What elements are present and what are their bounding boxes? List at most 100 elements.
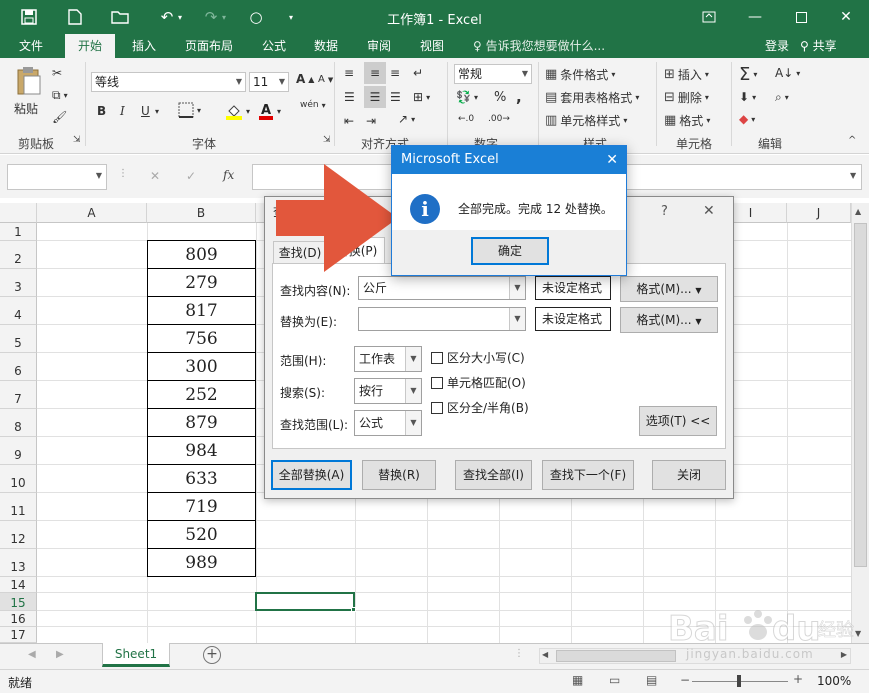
next-sheet-icon[interactable]: ▶ (56, 649, 64, 660)
delete-cells-button[interactable]: ⊟ 删除 ▾ (664, 89, 709, 106)
row-header-17[interactable]: 17 (0, 627, 37, 643)
format-painter-icon[interactable]: 🖌 (52, 110, 67, 124)
font-name-box[interactable]: 等线 ▼ (91, 72, 246, 92)
row-header-13[interactable]: 13 (0, 549, 37, 577)
increase-decimal-icon[interactable]: ←.0 (458, 114, 474, 124)
cell-b12[interactable]: 520 (147, 521, 256, 549)
close-icon[interactable]: ✕ (823, 0, 869, 34)
zoom-level[interactable]: 100% (817, 674, 851, 688)
cell-b9[interactable]: 984 (147, 437, 256, 465)
align-right-icon[interactable]: ☰ (390, 90, 401, 104)
zoom-in-icon[interactable]: + (793, 672, 803, 686)
fill-handle[interactable] (351, 607, 356, 612)
format-cells-button[interactable]: ▦ 格式 ▾ (664, 112, 710, 129)
find-what-input[interactable]: 公斤 ▼ (358, 276, 526, 300)
row-header-11[interactable]: 11 (0, 493, 37, 521)
cell-b6[interactable]: 300 (147, 353, 256, 381)
paste-label[interactable]: 粘贴 (14, 100, 38, 117)
share-button[interactable]: ⚲ 共享 (800, 34, 837, 58)
tab-insert[interactable]: 插入 (122, 34, 166, 58)
zoom-out-icon[interactable]: − (680, 673, 690, 687)
tab-review[interactable]: 审阅 (357, 34, 401, 58)
column-header-j[interactable]: J (787, 203, 851, 223)
font-color-icon[interactable]: A ▾ (258, 102, 281, 120)
look-in-select[interactable]: 公式 ▼ (354, 410, 422, 436)
cell-styles-button[interactable]: ▥ 单元格样式 ▾ (545, 112, 627, 129)
horizontal-scroll-thumb[interactable] (556, 650, 676, 662)
prev-sheet-icon[interactable]: ◀ (28, 649, 36, 660)
merge-center-icon[interactable]: ⊞ ▾ (413, 90, 430, 104)
cell-b7[interactable]: 252 (147, 381, 256, 409)
insert-function-button[interactable]: fx (223, 168, 234, 182)
tell-me-box[interactable]: ♀ 告诉我您想要做什么... (473, 34, 605, 58)
replace-with-input[interactable]: ▼ (358, 307, 526, 331)
orientation-icon[interactable]: ↗ ▾ (398, 112, 415, 126)
sort-filter-icon[interactable]: A↓ ▾ (775, 66, 800, 80)
row-header-16[interactable]: 16 (0, 611, 37, 627)
tab-file[interactable]: 文件 (8, 34, 54, 58)
cell-b10[interactable]: 633 (147, 465, 256, 493)
scroll-thumb[interactable] (854, 223, 867, 567)
currency-icon[interactable]: 💱 ▾ (456, 90, 478, 104)
tab-view[interactable]: 视图 (410, 34, 454, 58)
align-middle-icon[interactable]: ≡ (364, 62, 386, 84)
tab-home[interactable]: 开始 (65, 34, 115, 58)
shrink-font-icon[interactable]: A ▼ (318, 74, 333, 85)
cell-b2[interactable]: 809 (147, 240, 256, 269)
row-header-8[interactable]: 8 (0, 409, 37, 437)
match-cell-checkbox[interactable]: 单元格匹配(O) (431, 374, 526, 391)
cell-b4[interactable]: 817 (147, 297, 256, 325)
number-format-box[interactable]: 常规 ▼ (454, 64, 532, 84)
phonetic-icon[interactable]: wén ▾ (300, 100, 326, 110)
help-button[interactable]: ? (661, 204, 668, 219)
add-sheet-icon[interactable]: + (203, 646, 221, 664)
row-header-12[interactable]: 12 (0, 521, 37, 549)
align-left-icon[interactable]: ☰ (344, 90, 355, 104)
match-width-checkbox[interactable]: 区分全/半角(B) (431, 399, 529, 416)
grow-font-icon[interactable]: A ▲ (296, 72, 314, 86)
scroll-left-icon[interactable]: ◀ (542, 650, 548, 659)
tab-formulas[interactable]: 公式 (252, 34, 296, 58)
sheet-splitter-icon[interactable]: ⋮ (514, 648, 524, 659)
zoom-slider-thumb[interactable] (737, 675, 741, 687)
align-top-icon[interactable]: ≡ (344, 66, 354, 80)
within-select[interactable]: 工作表 ▼ (354, 346, 422, 372)
replace-all-button[interactable]: 全部替换(A) (271, 460, 352, 490)
vertical-scrollbar[interactable]: ▲ ▼ (851, 203, 869, 643)
replace-format-button[interactable]: 格式(M)... ▼ (620, 307, 718, 333)
clipboard-launcher-icon[interactable]: ⇲ (73, 135, 81, 145)
decrease-decimal-icon[interactable]: .00→ (488, 114, 510, 124)
options-button[interactable]: 选项(T) << (639, 406, 717, 436)
active-cell-c15[interactable] (255, 592, 355, 611)
row-header-2[interactable]: 2 (0, 241, 37, 269)
row-header-5[interactable]: 5 (0, 325, 37, 353)
collapse-ribbon-icon[interactable]: ^ (848, 135, 856, 146)
borders-icon[interactable]: ▾ (178, 102, 201, 118)
name-box[interactable]: ▼ (7, 164, 107, 190)
ribbon-display-icon[interactable] (686, 0, 732, 34)
row-header-4[interactable]: 4 (0, 297, 37, 325)
chevron-down-icon[interactable]: ▼ (509, 277, 525, 299)
normal-view-icon[interactable]: ▦ (572, 673, 583, 687)
percent-button[interactable]: % (494, 90, 506, 105)
row-header-7[interactable]: 7 (0, 381, 37, 409)
row-header-3[interactable]: 3 (0, 269, 37, 297)
match-case-checkbox[interactable]: 区分大小写(C) (431, 349, 525, 366)
cell-b8[interactable]: 879 (147, 409, 256, 437)
cut-icon[interactable]: ✂ (52, 66, 62, 80)
font-size-box[interactable]: 11 ▼ (249, 72, 289, 92)
bold-button[interactable]: B (97, 104, 106, 118)
column-header-a[interactable]: A (37, 203, 147, 223)
conditional-format-button[interactable]: ▦ 条件格式 ▾ (545, 66, 615, 83)
tab-page-layout[interactable]: 页面布局 (176, 34, 242, 58)
find-format-button[interactable]: 格式(M)... ▼ (620, 276, 718, 302)
row-header-9[interactable]: 9 (0, 437, 37, 465)
page-break-view-icon[interactable]: ▤ (646, 673, 657, 687)
column-header-b[interactable]: B (147, 203, 256, 223)
maximize-icon[interactable] (778, 0, 824, 34)
ok-button[interactable]: 确定 (471, 237, 549, 265)
row-header-10[interactable]: 10 (0, 465, 37, 493)
clear-icon[interactable]: ◆ ▾ (739, 112, 755, 126)
decrease-indent-icon[interactable]: ⇤ (344, 114, 354, 128)
find-next-button[interactable]: 查找下一个(F) (542, 460, 634, 490)
